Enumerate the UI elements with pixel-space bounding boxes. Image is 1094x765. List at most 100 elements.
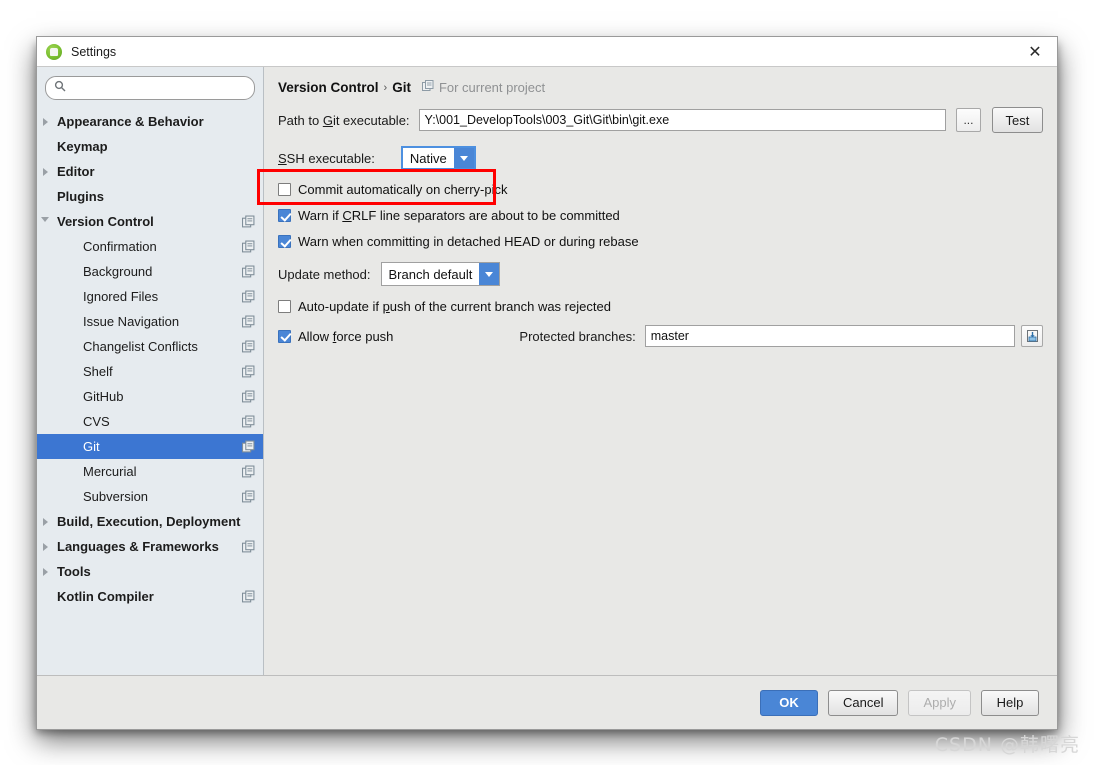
sidebar-item-cvs[interactable]: CVS bbox=[37, 409, 263, 434]
checkbox-row-auto-update[interactable]: Auto-update if push of the current branc… bbox=[278, 299, 1043, 314]
sidebar-item-label: Git bbox=[83, 439, 100, 454]
search-icon bbox=[54, 79, 66, 97]
apply-button: Apply bbox=[908, 689, 971, 716]
sidebar-item-confirmation[interactable]: Confirmation bbox=[37, 234, 263, 259]
expand-field-icon[interactable] bbox=[1021, 325, 1043, 347]
ssh-executable-label: SSH executable: bbox=[278, 150, 375, 166]
watermark: CSDN @韩曙亮 bbox=[934, 734, 1080, 756]
sidebar-item-github[interactable]: GitHub bbox=[37, 384, 263, 409]
android-studio-icon bbox=[46, 43, 62, 60]
commit-on-cherry-pick-checkbox[interactable] bbox=[278, 183, 291, 196]
settings-tree: Appearance & Behavior Keymap Editor Plugins… bbox=[37, 107, 263, 675]
project-scope-icon bbox=[242, 290, 255, 303]
project-scope-icon bbox=[242, 265, 255, 278]
sidebar-item-shelf[interactable]: Shelf bbox=[37, 359, 263, 384]
ssh-executable-combo[interactable]: Native bbox=[400, 146, 476, 170]
sidebar-search-wrap bbox=[37, 67, 263, 107]
sidebar-item-appearance-behavior[interactable]: Appearance & Behavior bbox=[37, 109, 263, 134]
protected-branches-input[interactable]: master bbox=[644, 325, 1016, 347]
update-method-label: Update method: bbox=[278, 266, 371, 282]
dialog-body: Appearance & Behavior Keymap Editor Plugins… bbox=[37, 66, 1057, 675]
sidebar-item-label: Editor bbox=[57, 164, 95, 179]
chevron-right-icon[interactable] bbox=[37, 117, 53, 126]
update-method-combo[interactable]: Branch default bbox=[380, 262, 501, 286]
help-button[interactable]: Help bbox=[981, 689, 1039, 716]
protected-branches-label: Protected branches: bbox=[519, 328, 636, 344]
search-input[interactable] bbox=[71, 80, 246, 96]
warn-crlf-label: Warn if CRLF line separators are about t… bbox=[298, 208, 620, 223]
breadcrumb: Version Control › Git For current projec… bbox=[278, 67, 1043, 95]
chevron-down-icon[interactable] bbox=[37, 217, 53, 226]
chevron-down-icon[interactable] bbox=[479, 263, 500, 285]
project-scope-icon bbox=[242, 490, 255, 503]
sidebar-item-version-control[interactable]: Version Control bbox=[37, 209, 263, 234]
commit-on-cherry-pick-label: Commit automatically on cherry-pick bbox=[298, 182, 508, 197]
breadcrumb-separator: › bbox=[383, 81, 388, 94]
allow-force-push-checkbox[interactable] bbox=[278, 329, 291, 343]
git-path-test-button[interactable]: Test bbox=[991, 107, 1043, 133]
sidebar-item-label: Tools bbox=[57, 564, 91, 579]
sidebar-item-build-execution-deployment[interactable]: Build, Execution, Deployment bbox=[37, 509, 263, 534]
close-icon[interactable]: ✕ bbox=[1013, 37, 1057, 66]
sidebar-item-ignored-files[interactable]: Ignored Files bbox=[37, 284, 263, 309]
sidebar-item-label: CVS bbox=[83, 414, 110, 429]
search-box[interactable] bbox=[45, 76, 255, 100]
checkbox-row-detached-head[interactable]: Warn when committing in detached HEAD or… bbox=[278, 234, 1043, 249]
sidebar-item-background[interactable]: Background bbox=[37, 259, 263, 284]
cancel-button[interactable]: Cancel bbox=[828, 689, 899, 716]
auto-update-checkbox[interactable] bbox=[278, 300, 291, 313]
sidebar-item-subversion[interactable]: Subversion bbox=[37, 484, 263, 509]
project-scope-icon bbox=[421, 80, 439, 95]
breadcrumb-current: Git bbox=[392, 80, 411, 95]
breadcrumb-parent[interactable]: Version Control bbox=[278, 80, 379, 95]
auto-update-label: Auto-update if push of the current branc… bbox=[298, 299, 611, 314]
allow-force-push-label: Allow force push bbox=[298, 328, 394, 344]
force-push-row: Allow force push Protected branches: mas… bbox=[278, 325, 1043, 347]
sidebar-item-label: Mercurial bbox=[83, 464, 137, 479]
warn-detached-head-label: Warn when committing in detached HEAD or… bbox=[298, 234, 639, 249]
sidebar-item-plugins[interactable]: Plugins bbox=[37, 184, 263, 209]
git-path-label: Path to Git executable: bbox=[278, 112, 410, 128]
git-path-row: Path to Git executable: Y:\001_DevelopTo… bbox=[278, 107, 1043, 133]
sidebar-item-editor[interactable]: Editor bbox=[37, 159, 263, 184]
sidebar-item-kotlin-compiler[interactable]: Kotlin Compiler bbox=[37, 584, 263, 609]
warn-crlf-checkbox[interactable] bbox=[278, 209, 291, 222]
sidebar-item-label: Kotlin Compiler bbox=[57, 589, 154, 604]
project-scope-icon bbox=[242, 590, 255, 603]
project-scope-icon bbox=[242, 415, 255, 428]
sidebar-item-label: Background bbox=[83, 264, 153, 279]
sidebar-item-label: Appearance & Behavior bbox=[57, 114, 204, 129]
chevron-down-icon[interactable] bbox=[453, 148, 474, 168]
sidebar-item-changelist-conflicts[interactable]: Changelist Conflicts bbox=[37, 334, 263, 359]
sidebar-item-keymap[interactable]: Keymap bbox=[37, 134, 263, 159]
sidebar-item-git[interactable]: Git bbox=[37, 434, 263, 459]
ssh-executable-row: SSH executable: Native bbox=[278, 146, 1043, 170]
sidebar-item-label: Changelist Conflicts bbox=[83, 339, 198, 354]
project-scope-icon bbox=[242, 390, 255, 403]
git-path-input[interactable]: Y:\001_DevelopTools\003_Git\Git\bin\git.… bbox=[418, 109, 947, 131]
sidebar-item-label: Ignored Files bbox=[83, 289, 159, 304]
sidebar-item-tools[interactable]: Tools bbox=[37, 559, 263, 584]
sidebar-item-label: Build, Execution, Deployment bbox=[57, 514, 241, 529]
sidebar-item-issue-navigation[interactable]: Issue Navigation bbox=[37, 309, 263, 334]
chevron-right-icon[interactable] bbox=[37, 517, 53, 526]
dialog-titlebar: Settings ✕ bbox=[37, 37, 1057, 66]
sidebar-item-label: Confirmation bbox=[83, 239, 157, 254]
chevron-right-icon[interactable] bbox=[37, 542, 53, 551]
project-scope-icon bbox=[242, 315, 255, 328]
git-path-browse-button[interactable]: ... bbox=[956, 108, 981, 132]
warn-detached-head-checkbox[interactable] bbox=[278, 235, 291, 248]
sidebar-item-mercurial[interactable]: Mercurial bbox=[37, 459, 263, 484]
chevron-right-icon[interactable] bbox=[37, 167, 53, 176]
protected-branches-value: master bbox=[650, 329, 689, 343]
git-settings-panel: Version Control › Git For current projec… bbox=[257, 67, 1057, 675]
checkbox-row-crlf-warn[interactable]: Warn if CRLF line separators are about t… bbox=[278, 208, 1043, 223]
ok-button[interactable]: OK bbox=[760, 689, 818, 716]
dialog-footer: OK Cancel Apply Help bbox=[37, 675, 1057, 729]
sidebar-item-label: Issue Navigation bbox=[83, 314, 180, 329]
sidebar-item-languages-frameworks[interactable]: Languages & Frameworks bbox=[37, 534, 263, 559]
project-scope-icon bbox=[242, 540, 255, 553]
checkbox-row-cherry-pick[interactable]: Commit automatically on cherry-pick bbox=[278, 182, 1043, 197]
chevron-right-icon[interactable] bbox=[37, 567, 53, 576]
project-scope-icon bbox=[242, 440, 255, 453]
